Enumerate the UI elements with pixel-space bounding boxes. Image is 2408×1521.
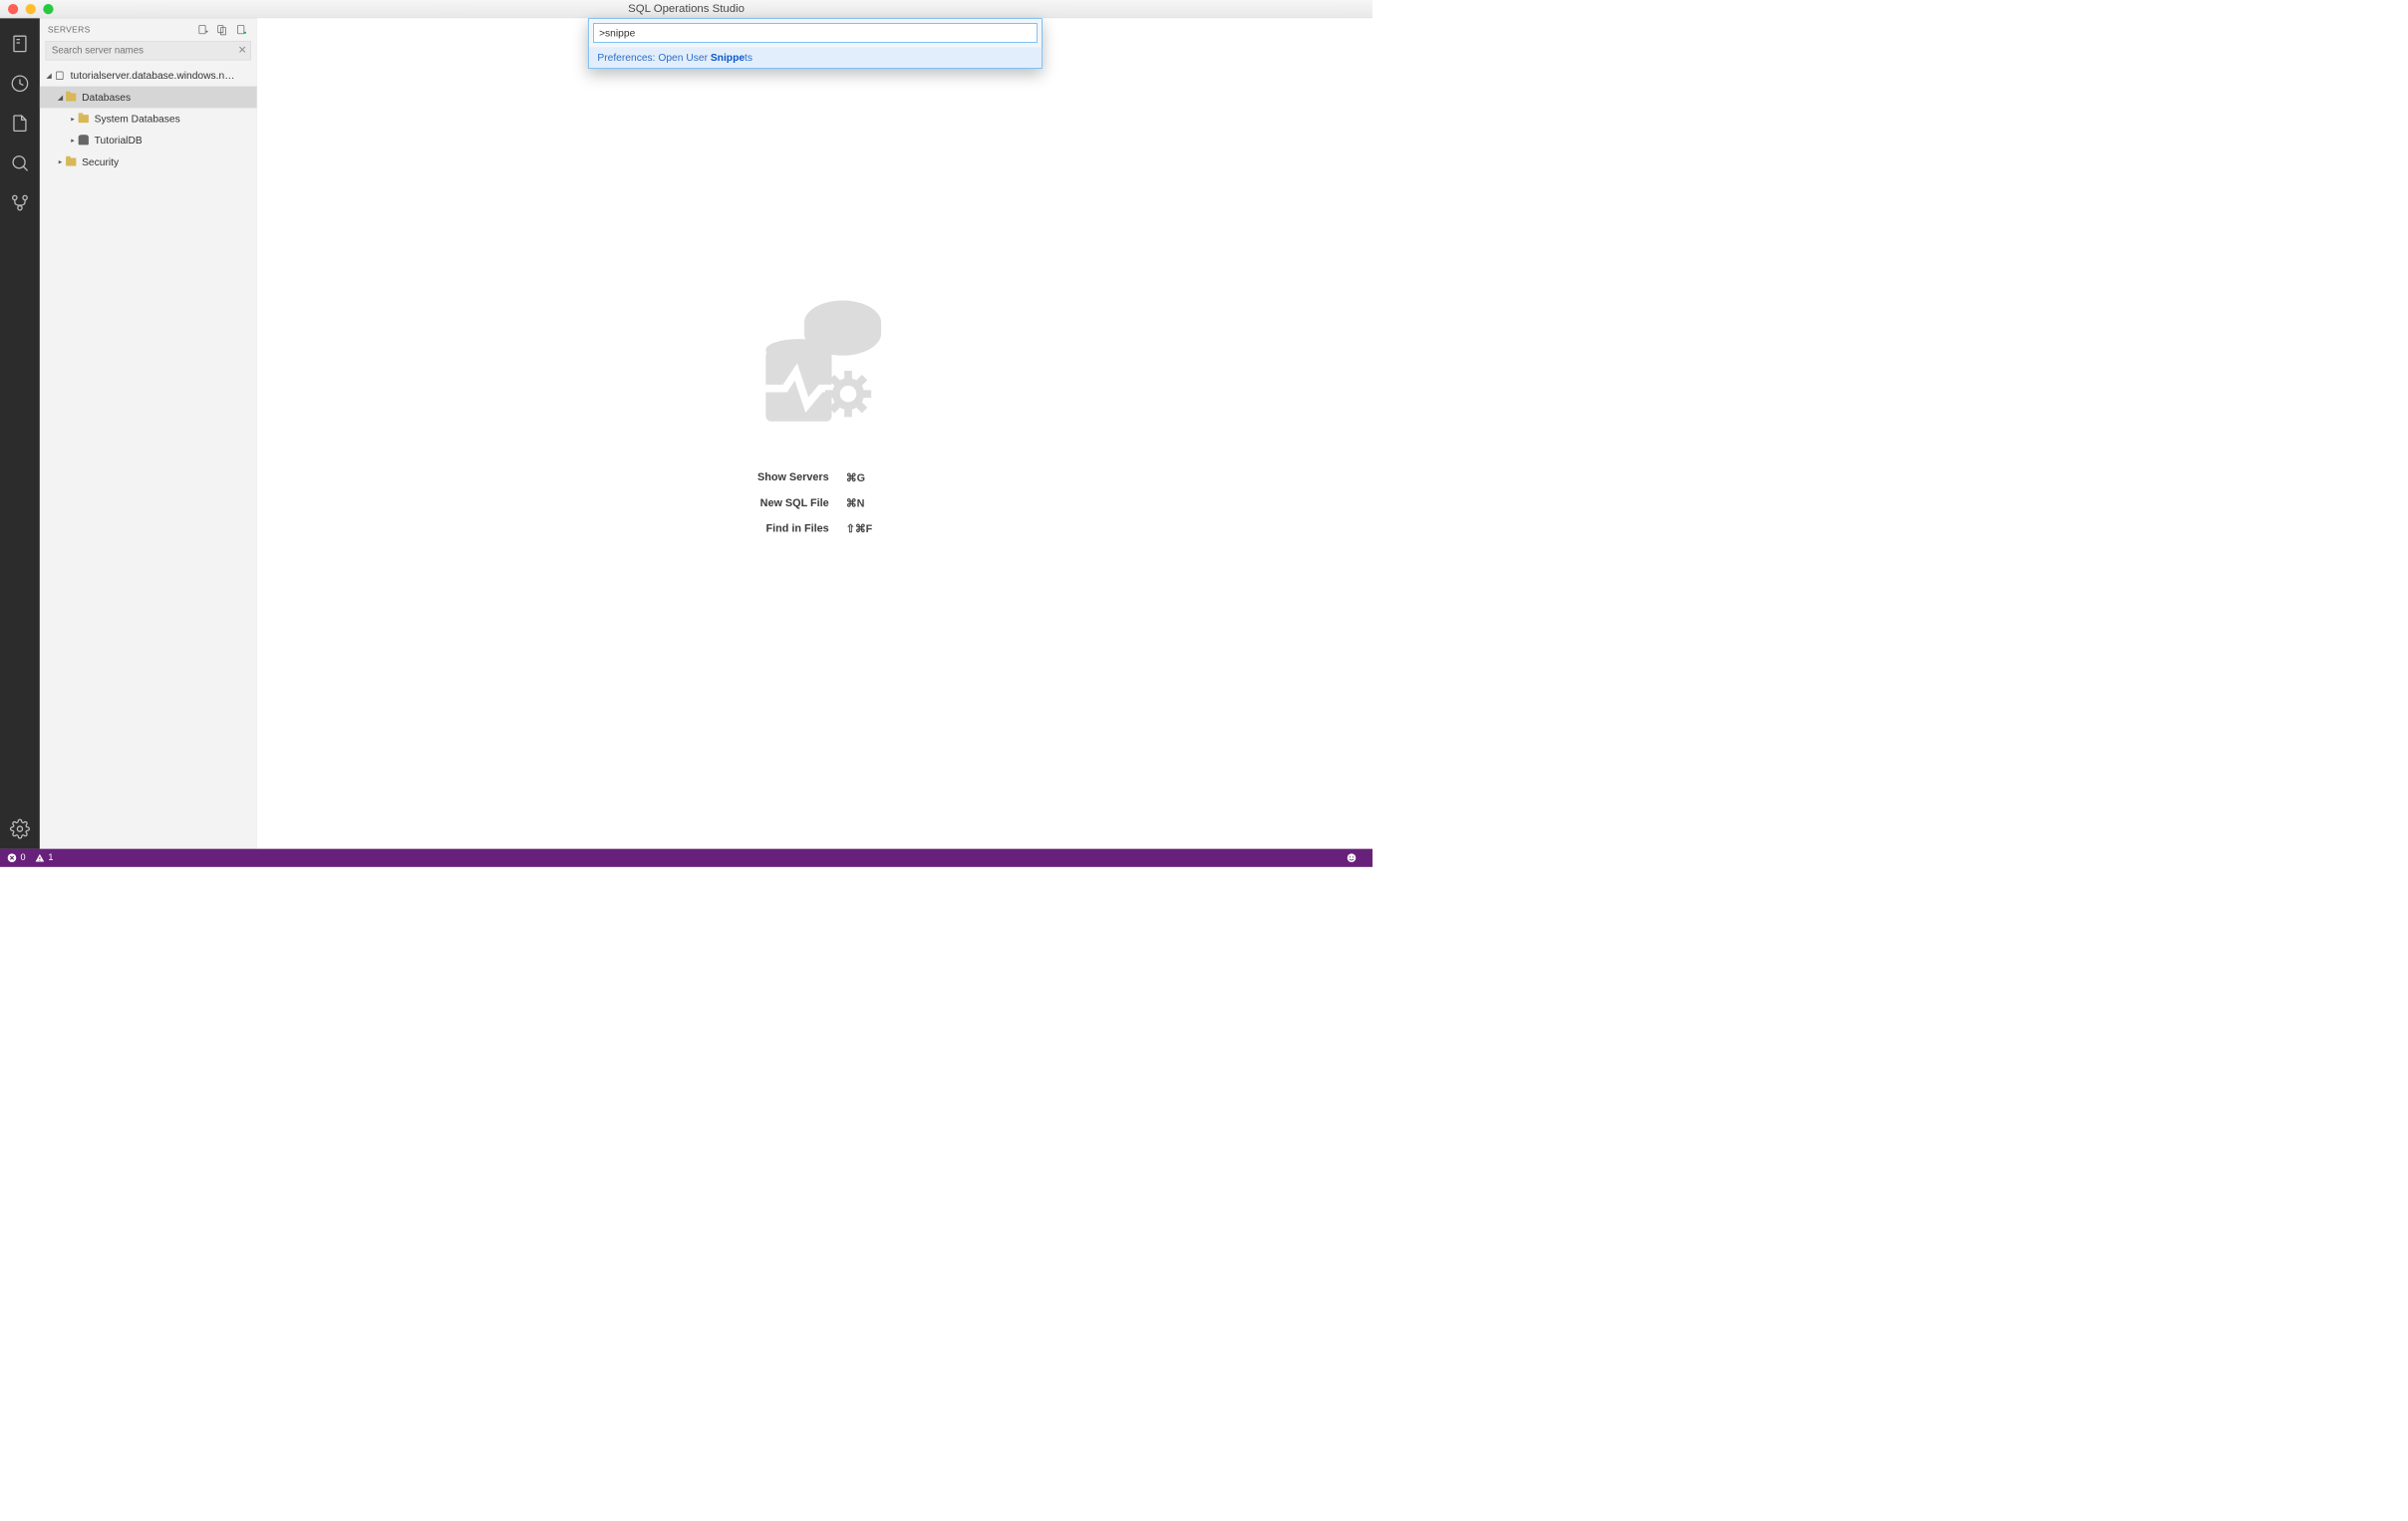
new-connection-button[interactable] <box>195 22 210 37</box>
branch-icon <box>10 192 31 213</box>
search-icon <box>10 152 31 173</box>
file-icon <box>10 113 31 134</box>
folder-icon <box>78 115 91 123</box>
cmd-shortcut: ⌘G <box>846 471 873 484</box>
cmd-label: New SQL File <box>757 497 829 510</box>
tree-label: Databases <box>82 91 131 103</box>
tree-security-node[interactable]: ▸ Security <box>40 152 257 173</box>
window-title: SQL Operations Studio <box>0 2 1372 15</box>
tree-label: TutorialDB <box>95 135 143 147</box>
tree-server-node[interactable]: ◢ tutorialserver.database.windows.n… <box>40 65 257 87</box>
server-icon <box>10 34 31 55</box>
welcome-commands: Show Servers ⌘G New SQL File ⌘N Find in … <box>757 471 872 535</box>
warning-icon <box>35 853 45 863</box>
warning-count: 1 <box>48 853 53 863</box>
activity-settings[interactable] <box>0 809 40 849</box>
chevron-right-icon: ▸ <box>56 157 65 165</box>
new-server-group-button[interactable] <box>214 22 229 37</box>
server-tree: ◢ tutorialserver.database.windows.n… ◢ D… <box>40 65 257 172</box>
chevron-right-icon: ▸ <box>68 137 77 145</box>
activity-search[interactable] <box>0 144 40 183</box>
activity-task-history[interactable] <box>0 64 40 104</box>
tree-label: Security <box>82 155 119 167</box>
folder-icon <box>65 157 78 165</box>
activity-servers[interactable] <box>0 24 40 64</box>
clock-icon <box>10 74 31 95</box>
status-errors[interactable]: 0 <box>7 853 26 863</box>
activity-source-control[interactable] <box>0 183 40 223</box>
error-count: 0 <box>21 853 26 863</box>
search-input[interactable] <box>46 41 251 60</box>
result-suffix: ts <box>745 52 752 63</box>
editor-area: Show Servers ⌘G New SQL File ⌘N Find in … <box>257 18 1372 848</box>
error-icon <box>7 853 17 863</box>
activity-bar <box>0 18 40 848</box>
tree-databases-node[interactable]: ◢ Databases <box>40 87 257 109</box>
command-palette-input[interactable] <box>593 23 1038 42</box>
activity-explorer[interactable] <box>0 104 40 144</box>
chevron-down-icon: ◢ <box>56 93 65 101</box>
folder-icon <box>65 93 78 101</box>
chevron-right-icon: ▸ <box>68 115 77 123</box>
tree-label: tutorialserver.database.windows.n… <box>71 70 235 82</box>
titlebar: SQL Operations Studio <box>0 0 1372 18</box>
chevron-down-icon: ◢ <box>44 72 53 80</box>
command-palette-result[interactable]: Preferences: Open User Snippets <box>588 47 1042 68</box>
command-palette: Preferences: Open User Snippets <box>588 18 1043 69</box>
tree-system-databases-node[interactable]: ▸ System Databases <box>40 108 257 130</box>
tree-label: System Databases <box>95 113 180 125</box>
cmd-shortcut: ⇧⌘F <box>846 522 873 535</box>
sidebar-search: ✕ <box>46 41 251 60</box>
clear-search-icon[interactable]: ✕ <box>238 44 247 56</box>
result-match: Snippe <box>711 52 745 63</box>
server-icon <box>54 70 67 81</box>
show-active-button[interactable] <box>234 22 249 37</box>
server-active-icon <box>235 23 248 36</box>
welcome-logo-icon <box>733 284 897 449</box>
result-prefix: Preferences: Open User <box>597 52 710 63</box>
server-plus-icon <box>196 23 209 36</box>
status-bar: 0 1 <box>0 849 1372 867</box>
smiley-icon <box>1347 853 1356 863</box>
cmd-label: Find in Files <box>757 522 829 535</box>
database-icon <box>78 136 91 145</box>
cmd-shortcut: ⌘N <box>846 497 873 510</box>
status-feedback[interactable] <box>1347 853 1356 863</box>
gear-icon <box>10 818 31 839</box>
cmd-label: Show Servers <box>757 471 829 484</box>
welcome-screen: Show Servers ⌘G New SQL File ⌘N Find in … <box>733 284 897 536</box>
sidebar: SERVERS ✕ ◢ <box>40 18 257 848</box>
tree-tutorialdb-node[interactable]: ▸ TutorialDB <box>40 130 257 152</box>
server-group-icon <box>216 23 229 36</box>
sidebar-title: SERVERS <box>48 25 91 35</box>
sidebar-header: SERVERS <box>40 18 257 41</box>
status-warnings[interactable]: 1 <box>35 853 54 863</box>
